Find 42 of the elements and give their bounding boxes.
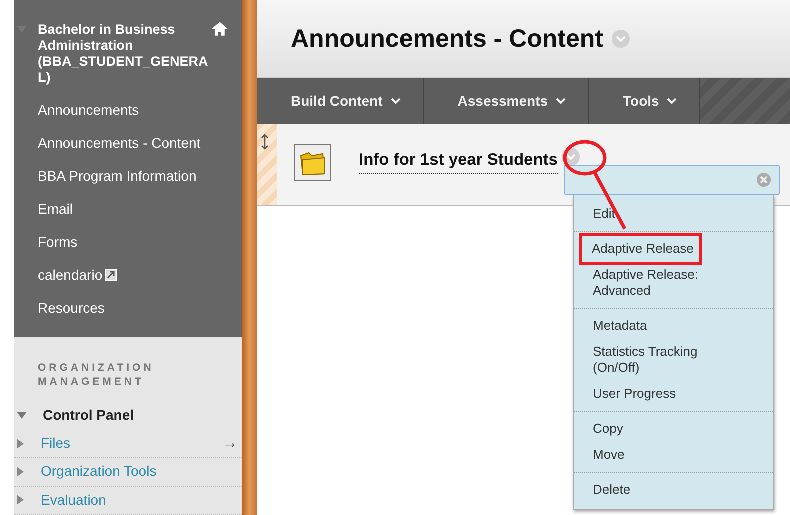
toolbar-menu-button[interactable]: Assessments [424, 78, 590, 124]
context-menu-item[interactable]: Delete [574, 477, 773, 503]
caret-icon [556, 98, 566, 104]
context-menu-item[interactable]: Statistics Tracking (On/Off) [574, 339, 773, 381]
vertical-arrow-icon [261, 134, 269, 150]
course-menu-link[interactable]: Forms [38, 226, 228, 259]
context-menu-item[interactable]: Adaptive Release: Advanced [574, 262, 773, 304]
control-panel-link[interactable]: Evaluation [41, 490, 106, 511]
drag-handle[interactable] [257, 124, 277, 205]
chevron-down-icon [562, 148, 580, 166]
toolbar-menu-button[interactable]: Tools [589, 78, 700, 124]
leader-line [593, 172, 627, 230]
course-menu-link[interactable]: Email [38, 193, 228, 226]
menu-filter-field[interactable] [564, 165, 780, 195]
section-heading: ORGANIZATION MANAGEMENT [37, 361, 156, 389]
course-menu-link[interactable]: BBA Program Information [38, 160, 228, 193]
clear-icon [757, 173, 771, 187]
course-menu-link[interactable]: Announcements [38, 94, 228, 127]
home-icon [212, 22, 228, 36]
chevron-down-icon [612, 30, 630, 48]
context-menu-item[interactable]: Copy [574, 416, 773, 442]
context-menu-item[interactable]: Metadata [574, 313, 773, 339]
toolbar-menu-button[interactable]: Build Content [257, 78, 424, 124]
control-panel-link[interactable]: Files [41, 433, 71, 454]
context-menu-item[interactable]: Edit [574, 201, 773, 227]
control-panel-link[interactable]: Organization Tools [41, 461, 157, 482]
caret-icon [667, 98, 678, 104]
course-menu-link[interactable]: calendario [38, 259, 228, 292]
context-menu-item[interactable]: Adaptive Release [582, 236, 699, 262]
context-menu-item[interactable]: Move [574, 442, 773, 468]
content-item-link[interactable]: Info for 1st year Students [359, 148, 558, 174]
course-title[interactable]: Bachelor in Business Administration (BBA_STUDENT_GENERAL) [38, 22, 212, 86]
context-menu-item[interactable]: User Progress [574, 381, 773, 407]
page-title: Announcements - Content [291, 24, 604, 54]
folder-icon [298, 150, 326, 176]
course-menu-link[interactable]: Resources [38, 292, 228, 325]
arrow-glyph: → [222, 434, 238, 454]
course-menu-link[interactable]: Announcements - Content [38, 127, 228, 160]
annotation-circle [563, 140, 607, 176]
caret-icon [390, 98, 401, 104]
external-link-icon [104, 269, 117, 281]
control-panel-label[interactable]: Control Panel [43, 405, 134, 426]
